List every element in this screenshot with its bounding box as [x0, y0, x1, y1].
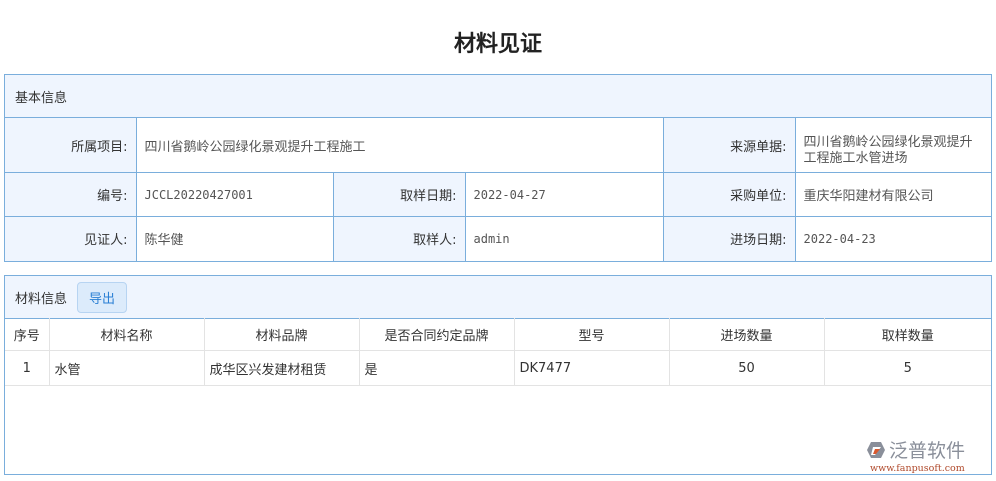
column-header: 材料品牌	[203, 318, 360, 351]
cell-brand: 成华区兴发建材租赁	[203, 350, 360, 386]
materials-header: 材料信息 导出	[5, 276, 991, 318]
materials-title: 材料信息	[15, 291, 68, 307]
logo-icon	[867, 441, 885, 458]
fanpu-logo: 泛普软件 www.fanpusoft.com	[866, 436, 990, 474]
column-header: 序号	[5, 318, 50, 351]
column-header: 是否合同约定品牌	[358, 318, 515, 351]
cell-sample-qty: 5	[823, 350, 991, 386]
column-header: 材料名称	[48, 318, 205, 351]
page-title: 材料见证	[453, 32, 542, 57]
purchaser-label: 采购单位:	[662, 172, 796, 217]
cell-material-name: 水管	[48, 350, 205, 386]
column-header: 取样数量	[823, 318, 991, 351]
entry-date-label: 进场日期:	[662, 216, 796, 261]
table-row: 1 水管 成华区兴发建材租赁 是 DK7477 50 5	[5, 350, 991, 386]
basic-info-panel: 基本信息 所属项目: 四川省鹅岭公园绿化景观提升工程施工 来源单据: 四川省鹅岭…	[4, 74, 992, 262]
column-header: 进场数量	[668, 318, 825, 351]
export-button[interactable]: 导出	[77, 281, 128, 313]
materials-panel: 材料信息 导出 序号 材料名称 材料品牌 是否合同约定品牌 型号 进场数量 取样…	[4, 275, 992, 475]
witness-value: 陈华健	[135, 216, 333, 261]
source-value: 四川省鹅岭公园绿化景观提升工程施工水管进场	[794, 117, 991, 173]
cell-contract-brand: 是	[358, 350, 515, 386]
cell-index: 1	[5, 350, 50, 386]
source-label: 来源单据:	[662, 117, 796, 173]
basic-info-header: 基本信息	[5, 75, 991, 117]
purchaser-value: 重庆华阳建材有限公司	[794, 172, 991, 217]
materials-table: 序号 材料名称 材料品牌 是否合同约定品牌 型号 进场数量 取样数量 1 水管 …	[5, 318, 991, 386]
table-header-row: 序号 材料名称 材料品牌 是否合同约定品牌 型号 进场数量 取样数量	[5, 318, 991, 351]
cell-entry-qty: 50	[668, 350, 825, 386]
project-value: 四川省鹅岭公园绿化景观提升工程施工	[135, 117, 664, 173]
sample-date-label: 取样日期:	[332, 172, 465, 217]
witness-label: 见证人:	[5, 216, 136, 261]
code-label: 编号:	[5, 172, 136, 217]
project-label: 所属项目:	[5, 117, 136, 173]
logo-url: www.fanpusoft.com	[870, 463, 965, 474]
sampler-label: 取样人:	[332, 216, 465, 261]
code-value: JCCL20220427001	[135, 172, 333, 217]
sampler-value: admin	[464, 216, 664, 261]
column-header: 型号	[513, 318, 670, 351]
entry-date-value: 2022-04-23	[794, 216, 991, 261]
cell-model: DK7477	[513, 350, 670, 386]
sample-date-value: 2022-04-27	[464, 172, 664, 217]
logo-name: 泛普软件	[889, 440, 966, 462]
